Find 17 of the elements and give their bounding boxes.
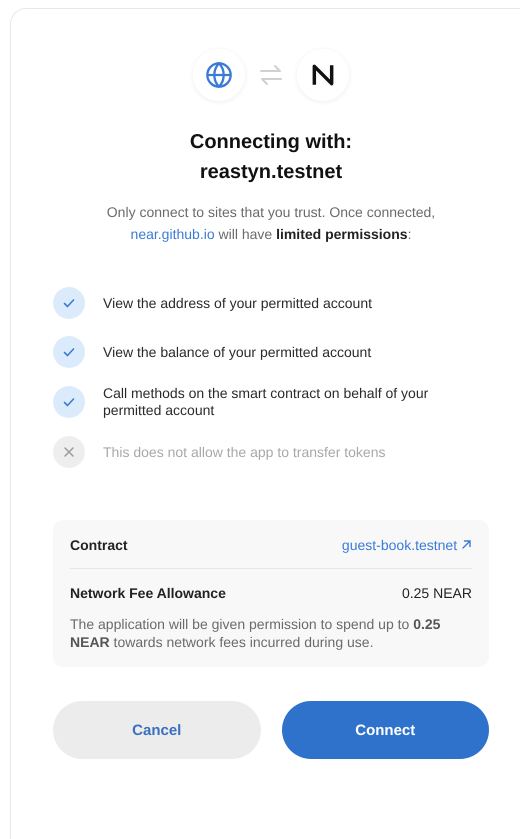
permission-text: View the address of your permitted account [103,294,372,312]
external-link-icon [461,539,472,550]
site-link[interactable]: near.github.io [130,226,215,242]
cancel-button[interactable]: Cancel [53,701,260,759]
dialog-title: reastyn.testnet [200,160,342,185]
fee-label: Network Fee Allowance [70,585,226,601]
permission-text: View the balance of your permitted account [103,344,372,360]
dialog-title: Connecting with: [190,130,352,155]
permission-text: Call methods on the smart contract on behalf of your permitted account [103,385,430,419]
contract-label: Contract [70,537,128,553]
permission-text: This does not allow the app to transfer tokens [103,444,386,460]
swap-arrows-icon [259,64,283,86]
notice-text: Only connect to sites that you trust. Once connected, near.github.io will have limited permissions: [106,203,436,244]
contract-link[interactable]: guest-book.testnet [342,537,472,553]
connect-button[interactable]: Connect [282,701,489,759]
fee-note: The application will be given permission to spend up to 0.25 NEAR towards network fees incurred during use. [70,615,442,651]
fee-value: 0.25 NEAR [402,585,472,601]
